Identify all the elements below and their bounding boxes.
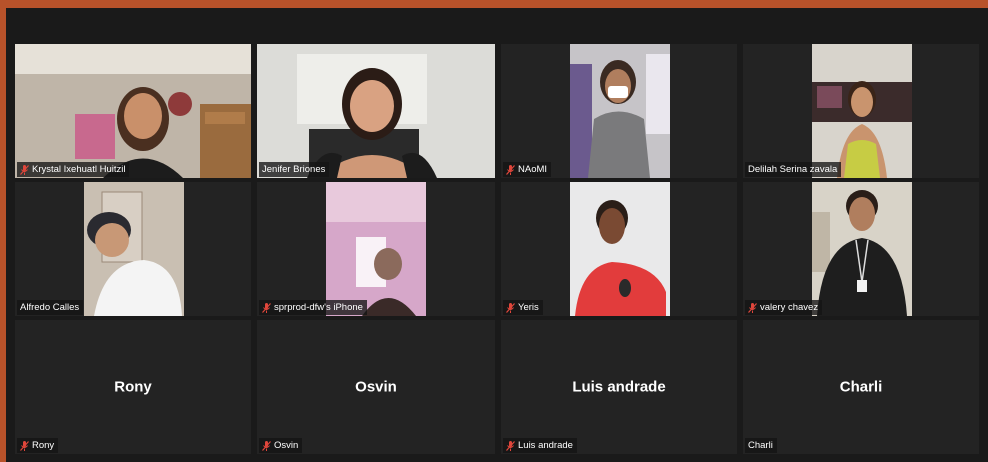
mic-muted-icon [506,164,515,175]
participant-name-label: Delilah Serina zavala [745,162,842,177]
participant-video [84,182,184,316]
participant-video [15,44,251,178]
participant-video [326,182,426,316]
participant-name-label: Charli [745,438,777,453]
participant-video [570,182,670,316]
participant-name-label: valery chavez [745,300,823,315]
participant-tile[interactable]: valery chavez [743,182,979,316]
participant-name: sprprod-dfw's iPhone [274,302,363,313]
participant-tile[interactable]: Krystal Ixehuatl Huitzil [15,44,251,178]
participant-tile[interactable]: NAoMI [501,44,737,178]
participant-name-label: NAoMI [503,162,552,177]
participant-tile[interactable]: Delilah Serina zavala [743,44,979,178]
participant-name: Luis andrade [518,440,573,451]
participant-tile[interactable]: Luis andrade Luis andrade [501,320,737,454]
mic-muted-icon [20,164,29,175]
participant-name-label: Yeris [503,300,543,315]
participant-video [570,44,670,178]
participant-name: Delilah Serina zavala [748,164,838,175]
mic-muted-icon [506,440,515,451]
participant-name-label: Luis andrade [503,438,577,453]
participant-tile[interactable]: Rony Rony [15,320,251,454]
meeting-window: Krystal Ixehuatl Huitzil Jenifer Briones [6,8,988,462]
participant-center-name: Rony [114,378,152,396]
participant-name: Charli [748,440,773,451]
participant-name: Rony [32,440,55,451]
participant-name-label: Osvin [259,438,303,453]
participant-video [257,44,495,178]
participant-name: valery chavez [760,302,819,313]
participant-name-label: Alfredo Calles [17,300,84,315]
participant-name: Alfredo Calles [20,302,80,313]
participant-name: NAoMI [518,164,548,175]
participant-video [812,44,912,178]
participant-tile[interactable]: Yeris [501,182,737,316]
participant-tile[interactable]: Alfredo Calles [15,182,251,316]
participant-name-label: Jenifer Briones [259,162,330,177]
participant-center-name: Charli [839,378,883,396]
participant-name-label: Krystal Ixehuatl Huitzil [17,162,130,177]
participant-name: Jenifer Briones [262,164,326,175]
participant-name: Osvin [274,440,299,451]
participant-center-name: Osvin [355,378,397,396]
mic-muted-icon [748,302,757,313]
mic-muted-icon [262,302,271,313]
mic-muted-icon [262,440,271,451]
participant-tile-active-speaker[interactable]: Jenifer Briones [257,44,495,178]
participant-tile[interactable]: Charli Charli [743,320,979,454]
participant-name: Yeris [518,302,539,313]
participant-name-label: sprprod-dfw's iPhone [259,300,367,315]
participant-tile[interactable]: Osvin Osvin [257,320,495,454]
participant-tile[interactable]: sprprod-dfw's iPhone [257,182,495,316]
participant-center-name: Luis andrade [572,378,666,396]
participant-name-label: Rony [17,438,59,453]
participant-video [812,182,912,316]
mic-muted-icon [20,440,29,451]
mic-muted-icon [506,302,515,313]
video-grid: Krystal Ixehuatl Huitzil Jenifer Briones [15,44,979,454]
participant-name: Krystal Ixehuatl Huitzil [32,164,126,175]
